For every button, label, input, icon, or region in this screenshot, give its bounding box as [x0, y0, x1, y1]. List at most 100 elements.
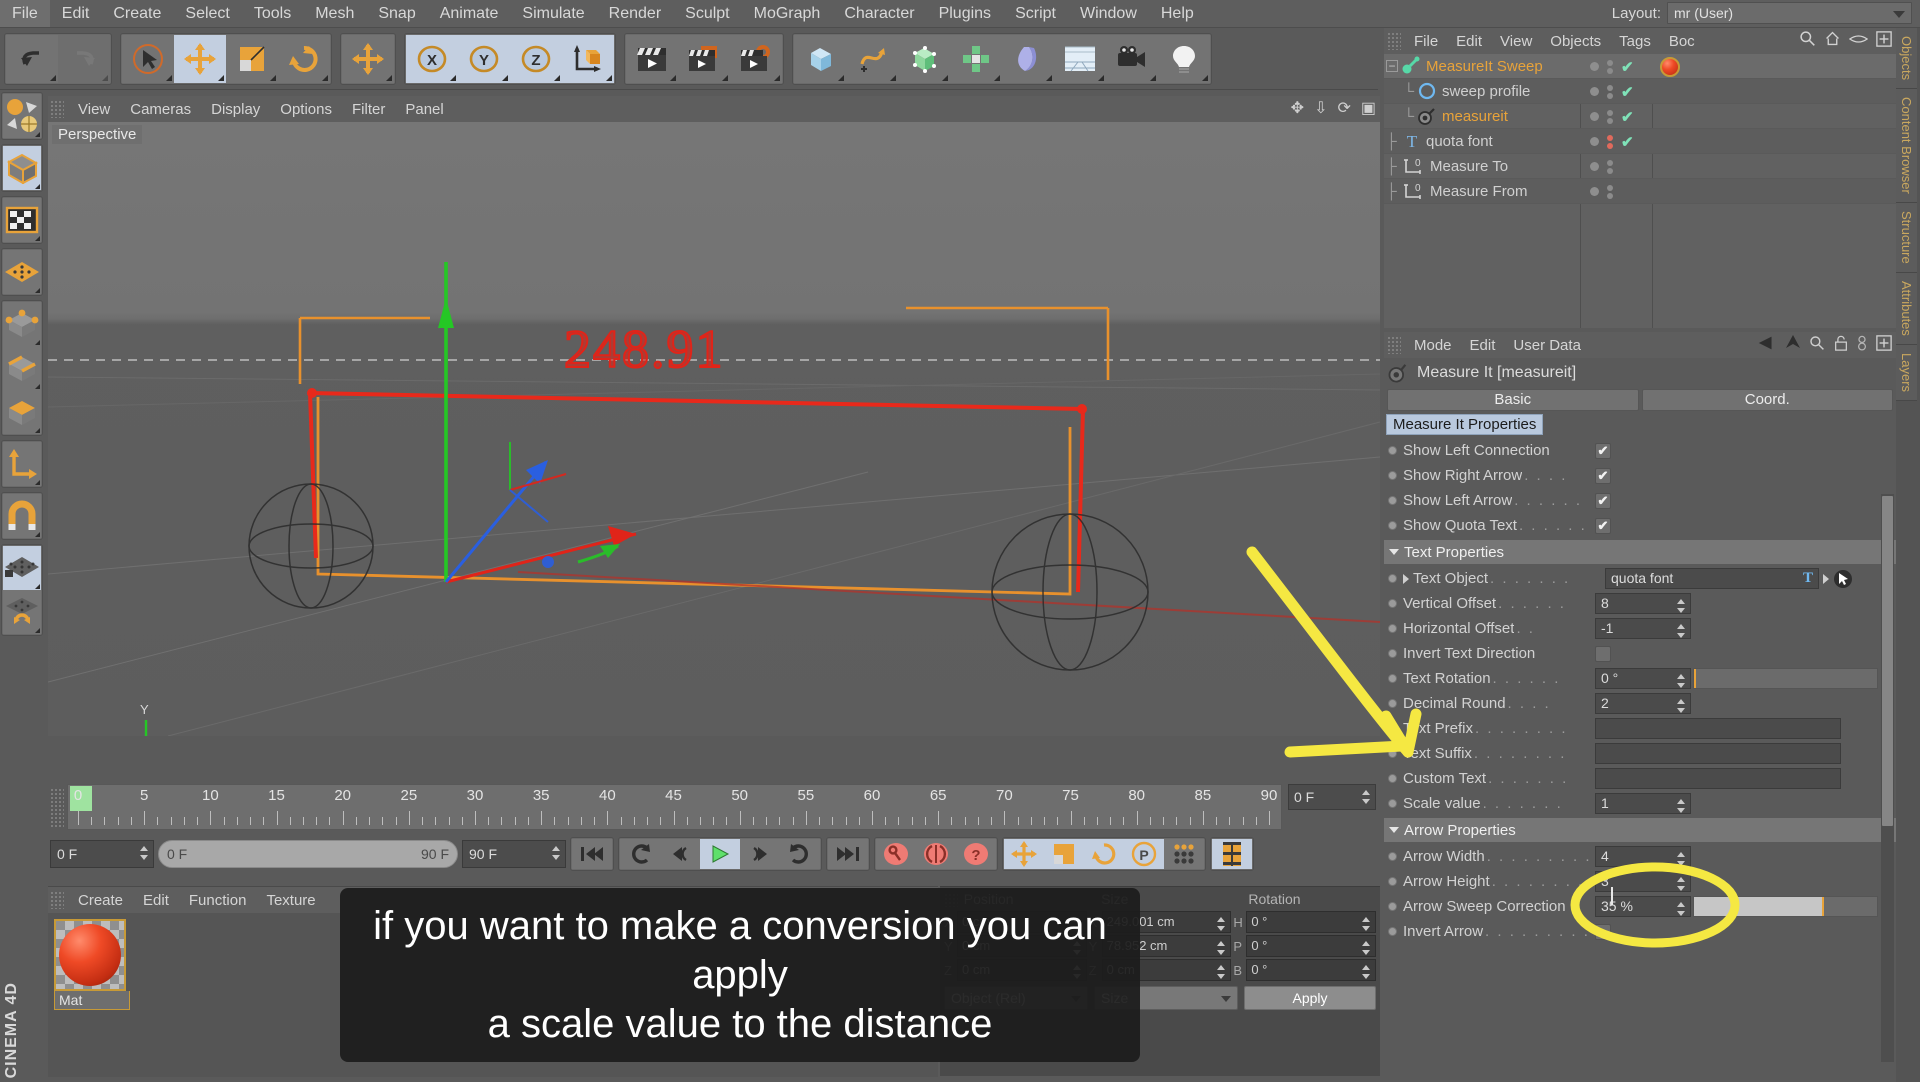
position-key-toggle[interactable]	[1004, 839, 1044, 869]
dock-tab-attributes[interactable]: Attributes	[1896, 273, 1917, 345]
material-menu-texture[interactable]: Texture	[256, 888, 325, 913]
rotation-key-toggle[interactable]	[1084, 839, 1124, 869]
visibility-toggle-icon[interactable]	[1607, 85, 1613, 99]
menu-script[interactable]: Script	[1003, 0, 1068, 27]
lock-z-axis[interactable]: Z	[510, 35, 562, 83]
menu-render[interactable]: Render	[597, 0, 673, 27]
custom-text-field[interactable]	[1595, 768, 1841, 789]
eye-icon[interactable]	[1849, 32, 1868, 46]
plus-box-icon[interactable]	[1876, 31, 1892, 47]
menu-simulate[interactable]: Simulate	[510, 0, 596, 27]
lock-workplane[interactable]	[3, 546, 41, 590]
animation-track-dot-icon[interactable]	[1388, 649, 1397, 658]
enable-check-icon[interactable]: ✔	[1621, 83, 1634, 101]
material-menu-create[interactable]: Create	[68, 888, 133, 913]
maximize-view-icon[interactable]: ▣	[1361, 99, 1376, 119]
autokeying-button[interactable]	[916, 839, 956, 869]
add-spline-button[interactable]	[846, 35, 898, 83]
render-to-picture-viewer-button[interactable]	[678, 35, 730, 83]
play-button[interactable]	[700, 839, 740, 869]
object-menu-edit[interactable]: Edit	[1447, 29, 1491, 54]
move-tool[interactable]	[174, 35, 226, 83]
editable-object-toggle[interactable]	[3, 146, 41, 190]
attribute-scrollbar-thumb[interactable]	[1882, 496, 1893, 826]
menu-sculpt[interactable]: Sculpt	[673, 0, 741, 27]
material-item[interactable]: Mat	[54, 919, 130, 1010]
arrow-sweep-correction-field-slider[interactable]	[1693, 896, 1878, 917]
menu-mograph[interactable]: MoGraph	[742, 0, 833, 27]
object-tree-row[interactable]: └ sweep profile ✔	[1384, 79, 1896, 104]
material-menu-function[interactable]: Function	[179, 888, 257, 913]
enable-check-icon[interactable]: ✔	[1621, 133, 1634, 151]
layout-dropdown[interactable]: mr (User)	[1667, 2, 1912, 24]
add-deformer-button[interactable]	[1002, 35, 1054, 83]
object-tree-row[interactable]: ├ T quota font ✔	[1384, 129, 1896, 154]
keyframe-selection-button[interactable]: ?	[956, 839, 996, 869]
viewport-menu-cameras[interactable]: Cameras	[120, 97, 201, 122]
point-level-animation-toggle[interactable]	[1164, 839, 1204, 869]
viewport-menu-display[interactable]: Display	[201, 97, 270, 122]
subtab-measure-it-properties[interactable]: Measure It Properties	[1386, 414, 1543, 435]
animation-track-dot-icon[interactable]	[1388, 749, 1397, 758]
viewport-menu-panel[interactable]: Panel	[395, 97, 453, 122]
animation-track-dot-icon[interactable]	[1388, 674, 1397, 683]
expand-icon[interactable]	[1403, 574, 1409, 584]
points-mode[interactable]	[3, 302, 41, 346]
animation-track-dot-icon[interactable]	[1388, 521, 1397, 530]
back-arrow-icon[interactable]	[1757, 336, 1777, 350]
menu-character[interactable]: Character	[832, 0, 926, 27]
material-menu-edit[interactable]: Edit	[133, 888, 179, 913]
visibility-dot-icon[interactable]	[1590, 137, 1599, 146]
dock-tab-content-browser[interactable]: Content Browser	[1896, 89, 1917, 203]
scale-key-toggle[interactable]	[1044, 839, 1084, 869]
attribute-menu-user-data[interactable]: User Data	[1504, 333, 1590, 358]
dock-tab-structure[interactable]: Structure	[1896, 203, 1917, 273]
object-tree-row[interactable]: └ measureit ✔	[1384, 104, 1896, 129]
attribute-scrollbar[interactable]	[1881, 494, 1894, 1062]
object-menu-file[interactable]: File	[1405, 29, 1447, 54]
material-tag-icon[interactable]	[1660, 57, 1680, 77]
animation-track-dot-icon[interactable]	[1388, 574, 1397, 583]
animation-track-dot-icon[interactable]	[1388, 446, 1397, 455]
search-icon[interactable]	[1809, 335, 1825, 351]
arrow-height-field[interactable]: 3	[1595, 871, 1691, 892]
add-environment-button[interactable]	[1054, 35, 1106, 83]
add-light-button[interactable]	[1158, 35, 1210, 83]
text-object-field[interactable]: quota font T	[1605, 568, 1819, 589]
record-active-objects-button[interactable]	[876, 839, 916, 869]
step-back-button[interactable]	[660, 839, 700, 869]
model-mode[interactable]	[3, 198, 41, 242]
rotate-tool[interactable]	[278, 35, 330, 83]
text-rotation-field-slider[interactable]	[1693, 668, 1878, 689]
menu-plugins[interactable]: Plugins	[927, 0, 1003, 27]
horizontal-offset-field[interactable]: -1	[1595, 618, 1691, 639]
invert-arrow-checkbox[interactable]	[1595, 924, 1611, 940]
object-menu-boc[interactable]: Boc	[1660, 29, 1704, 54]
enable-check-icon[interactable]: ✔	[1621, 58, 1634, 76]
text-properties-section[interactable]: Text Properties	[1384, 540, 1896, 564]
go-to-next-keyframe-button[interactable]	[780, 839, 820, 869]
object-tree-row[interactable]: ├ 0 Measure From	[1384, 179, 1896, 204]
menu-edit[interactable]: Edit	[50, 0, 102, 27]
text-suffix-field[interactable]	[1595, 743, 1841, 764]
lock-y-axis[interactable]: Y	[458, 35, 510, 83]
attribute-properties-scroll[interactable]: Show Left Connection ✔ Show Right Arrow …	[1384, 438, 1896, 1068]
live-selection-tool[interactable]	[122, 35, 174, 83]
panel-grip-icon[interactable]	[1387, 32, 1401, 50]
visibility-toggle-icon[interactable]	[1607, 135, 1613, 149]
scale-tool[interactable]	[226, 35, 278, 83]
arrow-width-field[interactable]: 4	[1595, 846, 1691, 867]
visibility-dot-icon[interactable]	[1590, 162, 1599, 171]
panel-grip-icon[interactable]	[50, 100, 64, 118]
parameter-key-toggle[interactable]: P	[1124, 839, 1164, 869]
go-to-previous-keyframe-button[interactable]	[620, 839, 660, 869]
menu-help[interactable]: Help	[1149, 0, 1206, 27]
text-prefix-field[interactable]	[1595, 718, 1841, 739]
animation-track-dot-icon[interactable]	[1388, 496, 1397, 505]
arrow-sweep-correction-field[interactable]: 35 %	[1595, 896, 1691, 917]
move-tool-alt[interactable]	[342, 35, 394, 83]
show-right-arrow-checkbox[interactable]: ✔	[1595, 468, 1611, 484]
go-to-start-button[interactable]	[572, 839, 612, 869]
visibility-dot-icon[interactable]	[1590, 87, 1599, 96]
scale-view-icon[interactable]: ⇩	[1314, 99, 1327, 119]
